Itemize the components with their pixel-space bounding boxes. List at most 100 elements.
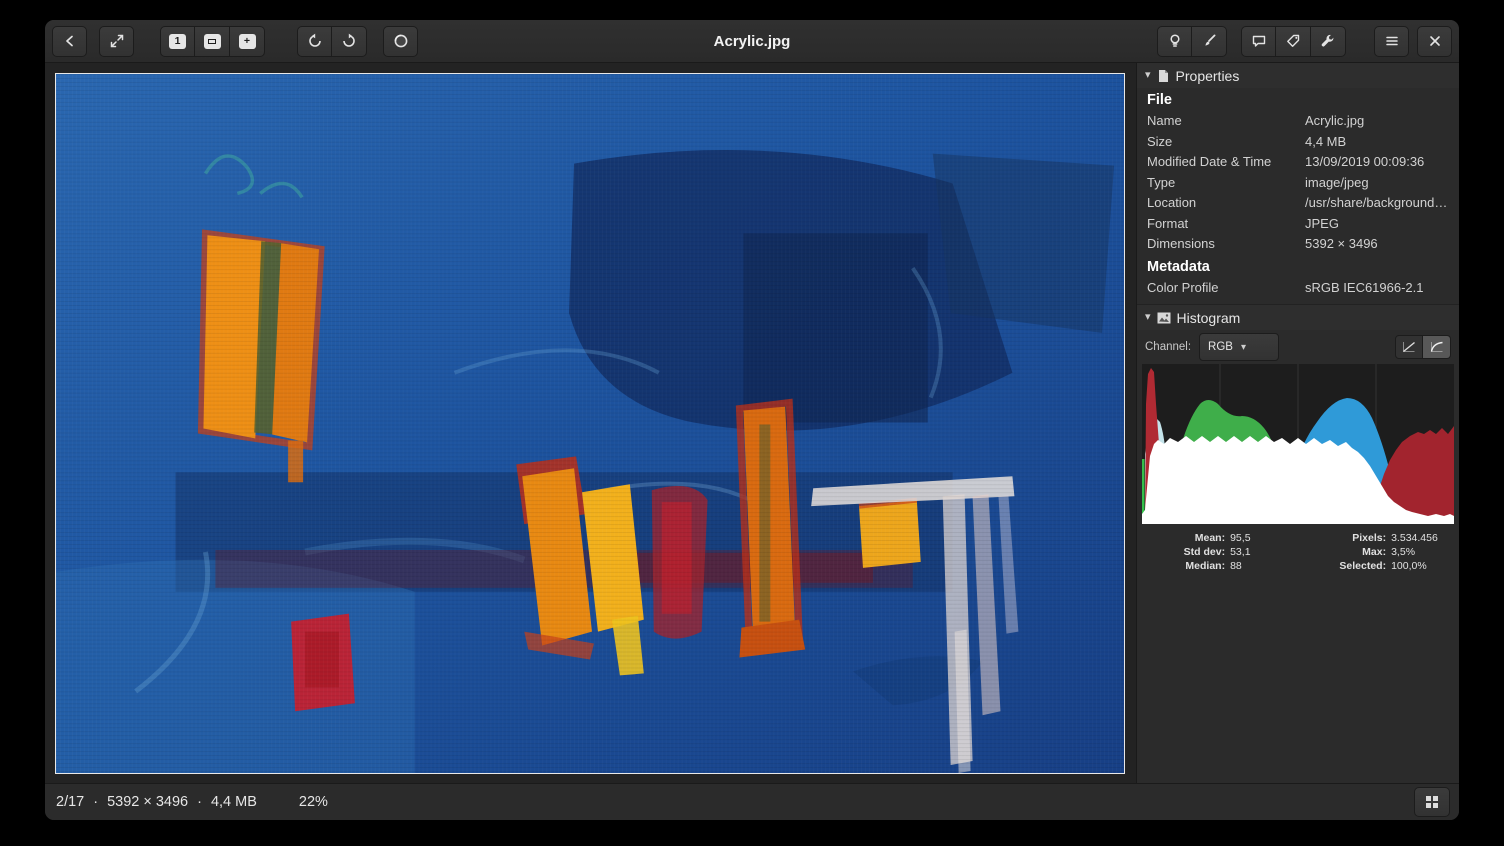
paintbrush-icon	[1201, 33, 1217, 49]
edit-file-button[interactable]	[1192, 26, 1227, 57]
zoom-original-button[interactable]: 1	[160, 26, 195, 57]
property-value: 4,4 MB	[1305, 132, 1459, 153]
rotate-left-icon	[307, 33, 323, 49]
annotate-button-group	[1241, 26, 1346, 57]
stat-value: 3,5%	[1391, 545, 1415, 559]
property-value: 13/09/2019 00:09:36	[1305, 152, 1459, 173]
stat-label: Max:	[1302, 545, 1391, 559]
zoom-original-icon: 1	[169, 34, 186, 49]
menu-button[interactable]	[1374, 26, 1409, 57]
stat-max: Max: 3,5%	[1302, 545, 1447, 559]
stat-value: 95,5	[1230, 531, 1250, 545]
view-edit-button-group	[1157, 26, 1227, 57]
lightbulb-icon	[1167, 33, 1183, 49]
close-button[interactable]	[1417, 26, 1452, 57]
comment-button[interactable]	[1241, 26, 1276, 57]
property-row-location: Location /usr/share/background…	[1137, 193, 1459, 214]
stat-label: Selected:	[1302, 559, 1391, 573]
histogram-linear-button[interactable]	[1395, 335, 1423, 359]
channel-value: RGB	[1208, 341, 1233, 353]
property-row-type: Type image/jpeg	[1137, 173, 1459, 194]
document-icon	[1157, 69, 1170, 83]
status-position: 2/17	[56, 794, 84, 810]
stat-value: 53,1	[1230, 545, 1250, 559]
stat-stddev: Std dev: 53,1	[1141, 545, 1286, 559]
close-icon	[1427, 33, 1443, 49]
speech-bubble-icon	[1251, 33, 1267, 49]
property-label: Modified Date & Time	[1137, 152, 1305, 173]
image-viewer-area	[45, 63, 1136, 783]
metadata-heading: Metadata	[1137, 255, 1459, 278]
app-window: 1 + Acrylic.jpg	[45, 20, 1459, 820]
property-label: Type	[1137, 173, 1305, 194]
stat-value: 3.534.456	[1391, 531, 1438, 545]
zoom-button-group: 1 +	[160, 26, 265, 57]
stat-mean: Mean: 95,5	[1141, 531, 1286, 545]
image-icon	[1157, 312, 1171, 324]
zoom-fit-icon	[204, 34, 221, 49]
property-row-size: Size 4,4 MB	[1137, 132, 1459, 153]
status-zoom-level: 22%	[299, 794, 328, 810]
zoom-fit-glyph	[208, 39, 216, 44]
rotate-left-button[interactable]	[297, 26, 332, 57]
circle-icon	[393, 33, 409, 49]
rotate-right-icon	[341, 33, 357, 49]
properties-section-header[interactable]: ▾ Properties	[1137, 63, 1459, 88]
disclosure-triangle-icon: ▾	[1145, 312, 1151, 323]
stat-median: Median: 88	[1141, 559, 1286, 573]
expand-icon	[109, 33, 125, 49]
property-row-name: Name Acrylic.jpg	[1137, 111, 1459, 132]
header-bar: 1 + Acrylic.jpg	[45, 20, 1459, 63]
stat-selected: Selected: 100,0%	[1302, 559, 1447, 573]
property-value: image/jpeg	[1305, 173, 1459, 194]
chevron-left-icon	[62, 33, 78, 49]
stat-pixels: Pixels: 3.534.456	[1302, 531, 1447, 545]
properties-section-title: Properties	[1176, 68, 1240, 84]
stat-label: Mean:	[1141, 531, 1230, 545]
wrench-icon	[1320, 33, 1336, 49]
fullscreen-button[interactable]	[99, 26, 134, 57]
stat-label: Median:	[1141, 559, 1230, 573]
stat-label: Std dev:	[1141, 545, 1230, 559]
property-row-modified: Modified Date & Time 13/09/2019 00:09:36	[1137, 152, 1459, 173]
chevron-down-icon: ▾	[1241, 342, 1246, 353]
property-label: Size	[1137, 132, 1305, 153]
tools-button[interactable]	[1311, 26, 1346, 57]
histogram-log-button[interactable]	[1423, 335, 1451, 359]
zoom-in-glyph: +	[244, 36, 250, 47]
property-label: Location	[1137, 193, 1305, 214]
rotate-right-button[interactable]	[332, 26, 367, 57]
zoom-in-icon: +	[239, 34, 256, 49]
channel-dropdown[interactable]: RGB ▾	[1199, 333, 1279, 361]
tags-button[interactable]	[1276, 26, 1311, 57]
property-label: Name	[1137, 111, 1305, 132]
lightbulb-toggle-button[interactable]	[1157, 26, 1192, 57]
properties-sidebar: ▾ Properties File Name Acrylic.jpg Size …	[1136, 63, 1459, 783]
zoom-in-button[interactable]: +	[230, 26, 265, 57]
histogram-channel-row: Channel: RGB ▾	[1137, 330, 1459, 364]
stat-label: Pixels:	[1302, 531, 1391, 545]
painting-image[interactable]	[55, 73, 1125, 774]
property-row-format: Format JPEG	[1137, 214, 1459, 235]
property-value: JPEG	[1305, 214, 1459, 235]
histogram-plot	[1142, 364, 1454, 524]
property-label: Color Profile	[1137, 278, 1305, 299]
slideshow-button[interactable]	[383, 26, 418, 57]
zoom-fit-button[interactable]	[195, 26, 230, 57]
tag-icon	[1285, 33, 1301, 49]
grid-icon	[1425, 795, 1439, 809]
zoom-original-glyph: 1	[175, 36, 181, 47]
histogram-section-header[interactable]: ▾ Histogram	[1137, 304, 1459, 330]
thumbnail-grid-button[interactable]	[1414, 787, 1450, 817]
back-button[interactable]	[52, 26, 87, 57]
histogram-section-title: Histogram	[1177, 310, 1241, 326]
property-row-color-profile: Color Profile sRGB IEC61966-2.1	[1137, 278, 1459, 299]
property-value: /usr/share/background…	[1305, 193, 1459, 214]
histogram-stats: Mean: 95,5 Std dev: 53,1 Median: 88 Pixe…	[1137, 524, 1459, 573]
disclosure-triangle-icon: ▾	[1145, 70, 1151, 81]
hamburger-icon	[1384, 33, 1400, 49]
rotate-button-group	[297, 26, 367, 57]
property-value: sRGB IEC61966-2.1	[1305, 278, 1459, 299]
status-file-size: 4,4 MB	[211, 794, 257, 810]
property-label: Format	[1137, 214, 1305, 235]
